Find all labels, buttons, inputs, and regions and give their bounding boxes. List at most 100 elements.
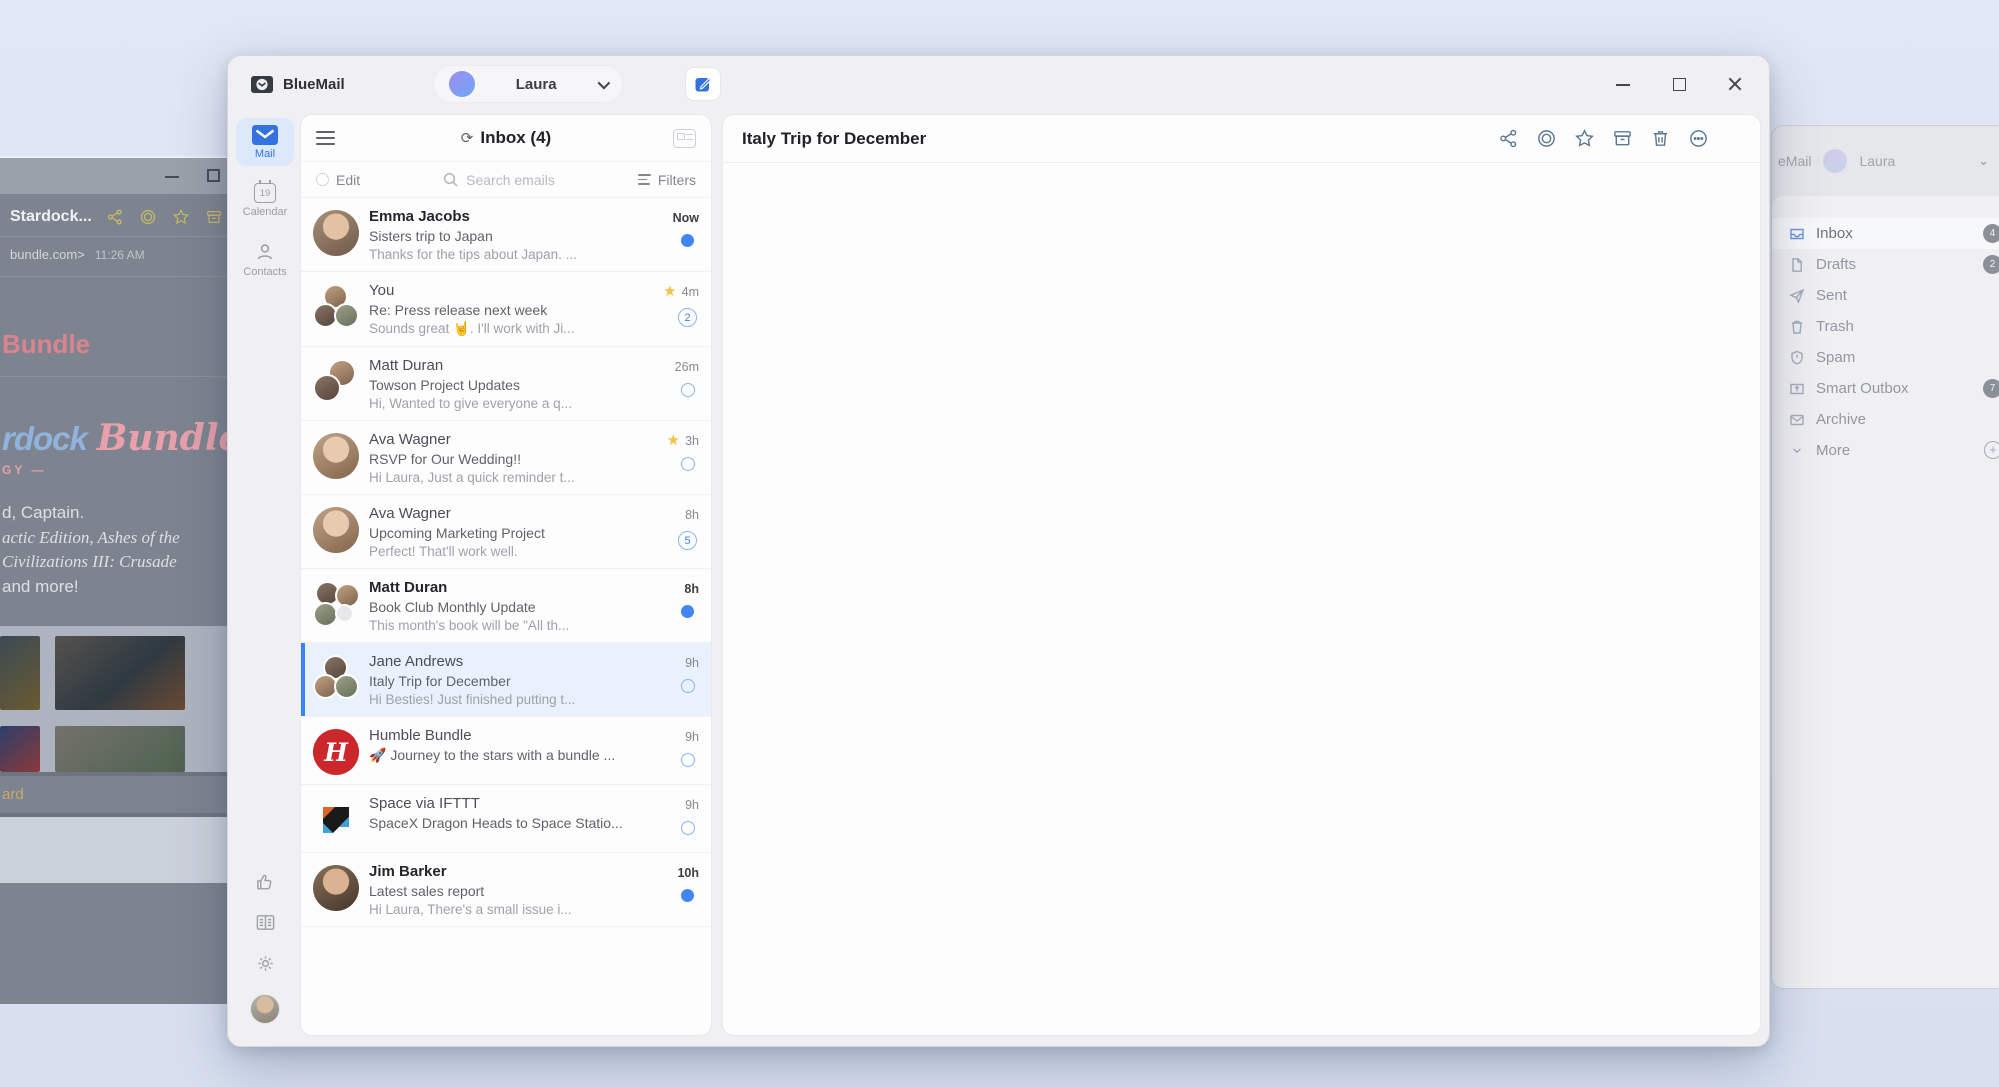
email-sender: Ava Wagner (369, 505, 643, 522)
folder-list: Inbox 4 + Drafts 2 + Sent + Trash + Spam… (1772, 196, 1999, 989)
read-toggle-icon[interactable] (681, 753, 695, 767)
account-name: Laura (487, 76, 586, 93)
email-time: 4m (682, 285, 699, 299)
account-avatar (449, 71, 475, 97)
thumbs-up-icon[interactable] (255, 871, 276, 892)
trash-icon[interactable] (1650, 128, 1671, 149)
background-window-bluemail-folders[interactable]: eMail Laura ⌄ Inbox 4 + Drafts 2 + Sent … (1771, 125, 1999, 989)
read-toggle-icon[interactable] (681, 821, 695, 835)
folder-smart-outbox[interactable]: Smart Outbox 7 + (1772, 373, 1999, 404)
more-options-icon[interactable] (1688, 128, 1709, 149)
user-avatar[interactable] (250, 994, 280, 1024)
email-subject: Re: Press release next week (369, 302, 643, 318)
inbox-title: ⟳ Inbox (4) (461, 128, 551, 148)
app-logo: BlueMail (250, 74, 345, 95)
archive-icon[interactable] (1612, 128, 1633, 149)
email-row-matt-duran[interactable]: Matt Duran Towson Project Updates Hi, Wa… (301, 347, 711, 421)
folder-sent[interactable]: Sent + (1772, 280, 1999, 311)
read-toggle-icon[interactable] (681, 679, 695, 693)
left-window-footer (0, 813, 230, 883)
nav-label: Mail (255, 148, 275, 160)
plus-icon[interactable]: + (1984, 441, 1999, 459)
email-row-you[interactable]: You Re: Press release next week Sounds g… (301, 272, 711, 347)
menu-icon[interactable] (316, 131, 335, 145)
email-row-ava-wagner-2[interactable]: Ava Wagner Upcoming Marketing Project Pe… (301, 495, 711, 569)
left-email-body: d, Captain. actic Edition, Ashes of the … (0, 485, 230, 600)
maximize-icon (207, 169, 220, 182)
email-time: Now (673, 211, 699, 225)
read-toggle-icon[interactable] (681, 383, 695, 397)
email-subject: Towson Project Updates (369, 377, 643, 393)
mark-unread-icon[interactable] (1536, 128, 1557, 149)
email-row-matt-duran-2[interactable]: Matt Duran Book Club Monthly Update This… (301, 569, 711, 643)
email-time: 9h (685, 656, 699, 670)
thread-count-badge: 2 (678, 308, 697, 327)
star-icon[interactable]: ★ (663, 284, 676, 299)
email-row-jim-barker[interactable]: Jim Barker Latest sales report Hi Laura,… (301, 853, 711, 927)
email-subject: Latest sales report (369, 883, 643, 899)
email-sender: You (369, 282, 643, 299)
read-toggle-icon[interactable] (681, 457, 695, 471)
newsfeed-icon[interactable] (255, 912, 276, 933)
game-thumbnail (0, 636, 40, 710)
close-button[interactable] (1727, 76, 1743, 92)
nav-item-contacts[interactable]: Contacts (236, 234, 294, 284)
chevron-down-icon (597, 76, 610, 89)
reply-all-button[interactable]: Reply All (723, 163, 1760, 1036)
nav-item-calendar[interactable]: 19 Calendar (236, 176, 294, 224)
email-sender: Matt Duran (369, 357, 643, 374)
game-thumbnails-grid (0, 626, 230, 772)
minimize-button[interactable] (1615, 76, 1631, 92)
mark-read-icon (139, 208, 157, 226)
account-selector[interactable]: Laura (433, 65, 623, 103)
email-content-panel: Italy Trip for December Jane Andrews (722, 114, 1761, 1036)
email-preview: This month's book will be "All th... (369, 618, 643, 633)
contacts-icon (254, 241, 276, 263)
share-icon[interactable] (1498, 128, 1519, 149)
gear-icon[interactable] (255, 953, 276, 974)
archive-icon (205, 208, 223, 226)
sender-avatar-group (313, 359, 359, 405)
email-preview: Hi Laura, Just a quick reminder t... (369, 470, 643, 485)
star-icon[interactable]: ★ (667, 433, 680, 448)
search-input[interactable]: Search emails (360, 172, 638, 188)
refresh-icon[interactable]: ⟳ (461, 129, 474, 147)
folder-more[interactable]: More + (1772, 435, 1999, 466)
folder-archive[interactable]: Archive + (1772, 404, 1999, 435)
edit-button[interactable]: Edit (316, 172, 360, 188)
card-view-toggle-icon[interactable] (673, 129, 696, 148)
email-subject-title: Italy Trip for December (742, 129, 926, 149)
filters-button[interactable]: Filters (638, 172, 696, 188)
thread-count-badge: 5 (678, 531, 697, 550)
email-sender: Humble Bundle (369, 727, 643, 744)
folder-drafts[interactable]: Drafts 2 + (1772, 249, 1999, 280)
unread-dot (681, 889, 694, 902)
folder-badge: 7 (1983, 379, 1999, 398)
compose-button[interactable] (685, 67, 721, 101)
email-row-emma-jacobs[interactable]: Emma Jacobs Sisters trip to Japan Thanks… (301, 198, 711, 272)
folder-inbox[interactable]: Inbox 4 + (1772, 218, 1999, 249)
stardock-bundle-logo: rdockBundle GY — (0, 376, 230, 485)
folder-trash[interactable]: Trash + (1772, 311, 1999, 342)
folder-spam[interactable]: Spam + (1772, 342, 1999, 373)
titlebar: BlueMail Laura (228, 56, 1769, 112)
sender-avatar (313, 865, 359, 911)
email-preview: Perfect! That'll work well. (369, 544, 643, 559)
left-email-subject: Stardock... (10, 208, 92, 226)
email-row-humble-bundle[interactable]: H Humble Bundle 🚀 Journey to the stars w… (301, 717, 711, 785)
share-icon (106, 208, 124, 226)
reply-all-icon (723, 163, 1760, 1036)
email-row-jane-andrews[interactable]: Jane Andrews Italy Trip for December Hi … (301, 643, 711, 717)
star-icon[interactable] (1574, 128, 1595, 149)
nav-item-mail[interactable]: Mail (236, 118, 294, 166)
chevron-down-icon (1789, 443, 1805, 459)
email-row-ava-wagner[interactable]: Ava Wagner RSVP for Our Wedding!! Hi Lau… (301, 421, 711, 495)
search-icon (443, 172, 458, 187)
background-window-humble-bundle[interactable]: Stardock... bundle.com>11:26 AM Bundle r… (0, 156, 231, 1004)
mail-icon (252, 125, 278, 145)
maximize-button[interactable] (1671, 76, 1687, 92)
sender-avatar (313, 507, 359, 553)
email-sender: Space via IFTTT (369, 795, 643, 812)
email-row-space-ifttt[interactable]: Space via IFTTT SpaceX Dragon Heads to S… (301, 785, 711, 853)
email-sender: Matt Duran (369, 579, 643, 596)
